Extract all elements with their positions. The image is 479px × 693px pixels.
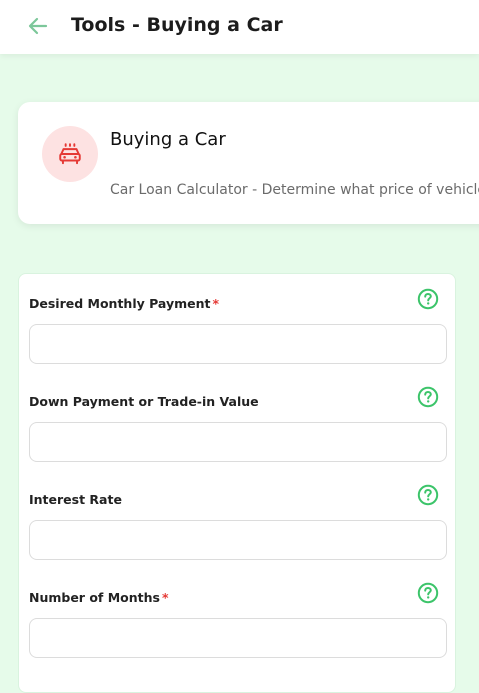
- required-marker: *: [161, 590, 169, 605]
- required-marker: *: [212, 296, 220, 311]
- car-icon: [59, 143, 81, 165]
- help-button[interactable]: [417, 288, 439, 310]
- tool-info-card: Buying a Car Car Loan Calculator - Deter…: [18, 102, 479, 224]
- help-button[interactable]: [417, 484, 439, 506]
- field-label: Down Payment or Trade-in Value: [29, 394, 259, 409]
- field-label: Interest Rate: [29, 492, 122, 507]
- app-header: Tools - Buying a Car: [0, 0, 479, 54]
- help-button[interactable]: [417, 582, 439, 604]
- question-circle-icon: [417, 288, 439, 310]
- field-label: Desired Monthly Payment *: [29, 296, 219, 311]
- desired-monthly-payment-input[interactable]: [29, 324, 447, 364]
- back-button[interactable]: [26, 14, 50, 38]
- label-text: Number of Months: [29, 590, 160, 605]
- interest-rate-input[interactable]: [29, 520, 447, 560]
- down-payment-input[interactable]: [29, 422, 447, 462]
- field-label: Number of Months *: [29, 590, 169, 605]
- label-text: Desired Monthly Payment: [29, 296, 211, 311]
- number-of-months-input[interactable]: [29, 618, 447, 658]
- help-button[interactable]: [417, 386, 439, 408]
- page-title: Tools - Buying a Car: [71, 14, 283, 36]
- label-text: Down Payment or Trade-in Value: [29, 394, 259, 409]
- label-text: Interest Rate: [29, 492, 122, 507]
- question-circle-icon: [417, 484, 439, 506]
- question-circle-icon: [417, 386, 439, 408]
- arrow-left-icon: [28, 17, 48, 35]
- question-circle-icon: [417, 582, 439, 604]
- loan-form: Desired Monthly Payment * Down Payment or…: [18, 273, 456, 693]
- car-badge: [42, 126, 98, 182]
- card-title: Buying a Car: [110, 129, 226, 150]
- card-subtitle: Car Loan Calculator - Determine what pri…: [110, 182, 479, 198]
